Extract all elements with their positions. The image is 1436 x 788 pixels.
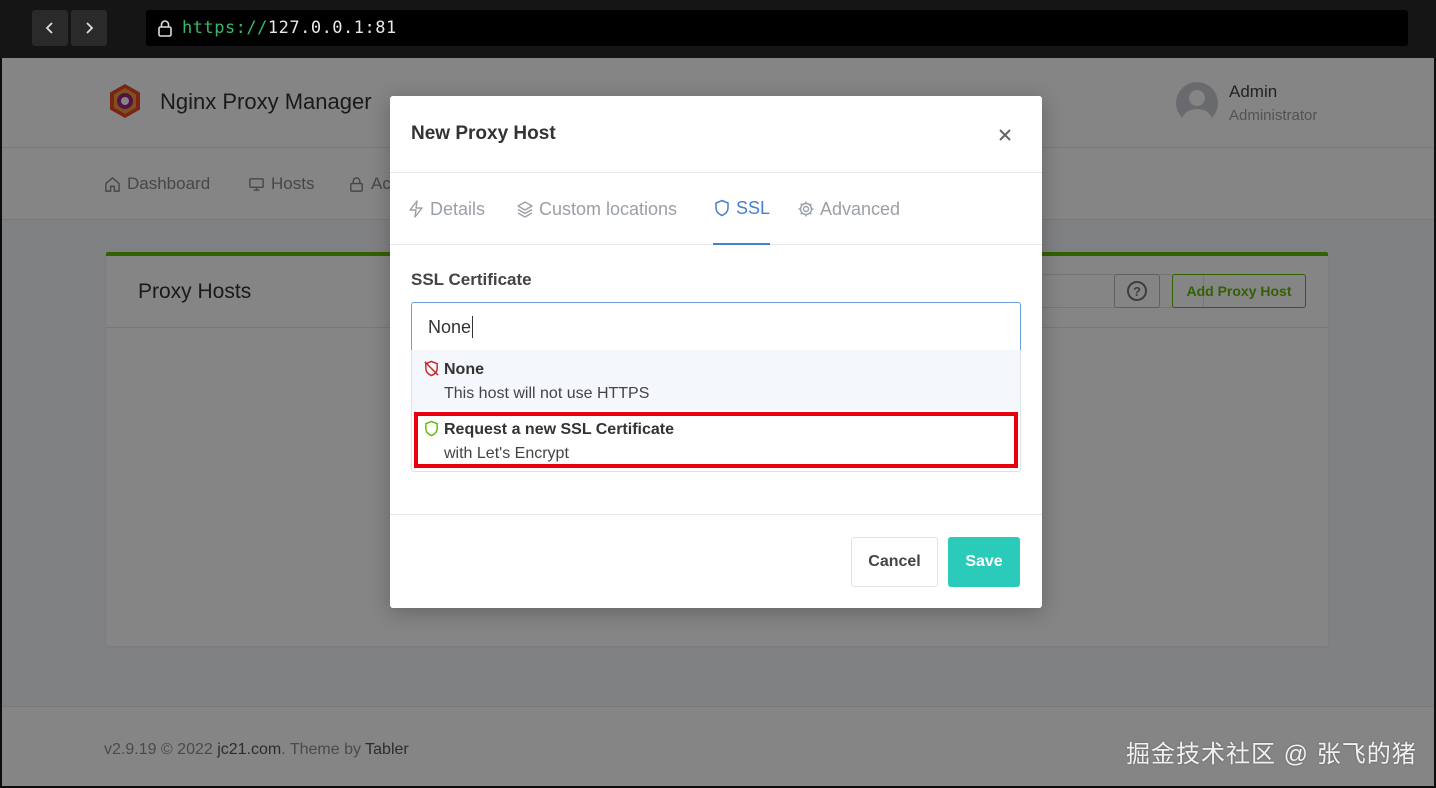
watermark: 掘金技术社区 @ 张飞的猪	[1126, 741, 1417, 768]
option-title: None	[444, 361, 484, 378]
option-description: This host will not use HTTPS	[444, 385, 650, 402]
tab-custom-locations[interactable]: Custom locations	[516, 173, 677, 245]
ssl-certificate-value: None	[428, 316, 472, 337]
modal-footer: Cancel Save	[390, 514, 1042, 608]
ssl-options-dropdown: None This host will not use HTTPS Reques…	[411, 350, 1021, 472]
tab-label: Custom locations	[539, 198, 678, 219]
url-text: https://127.0.0.1:81	[182, 18, 397, 38]
settings-icon	[798, 201, 814, 217]
close-icon	[999, 129, 1011, 141]
chevron-right-icon	[86, 22, 94, 34]
tab-label: SSL	[736, 197, 771, 218]
address-bar[interactable]: https://127.0.0.1:81	[146, 10, 1408, 46]
forward-button[interactable]	[71, 10, 107, 46]
modal-tabs: Details Custom locations SSL Advanced	[390, 173, 1042, 245]
cancel-button[interactable]: Cancel	[851, 537, 938, 587]
chevron-left-icon	[45, 22, 53, 34]
shield-icon	[715, 199, 729, 217]
layers-icon	[517, 201, 533, 218]
text-caret	[472, 316, 474, 338]
modal-header: New Proxy Host	[390, 96, 1042, 173]
highlight-annotation	[414, 412, 1018, 468]
url-scheme: https://	[182, 18, 268, 38]
tab-details[interactable]: Details	[407, 173, 485, 245]
ssl-certificate-select[interactable]: None	[411, 302, 1021, 352]
ssl-certificate-label: SSL Certificate	[411, 270, 532, 289]
tab-advanced[interactable]: Advanced	[797, 173, 900, 245]
tab-ssl[interactable]: SSL	[713, 173, 771, 245]
url-host: 127.0.0.1:81	[267, 18, 397, 38]
save-button[interactable]: Save	[948, 537, 1020, 587]
tab-label: Details	[430, 198, 486, 219]
option-none[interactable]: None This host will not use HTTPS	[412, 350, 1020, 410]
zap-icon	[409, 200, 423, 218]
modal-title: New Proxy Host	[411, 123, 556, 144]
new-proxy-host-modal: New Proxy Host Details Custom locations …	[390, 96, 1042, 608]
lock-icon	[158, 20, 172, 37]
close-button[interactable]	[992, 122, 1018, 148]
shield-off-icon	[424, 360, 439, 377]
browser-toolbar: https://127.0.0.1:81	[0, 0, 1436, 58]
back-button[interactable]	[32, 10, 68, 46]
tab-label: Advanced	[820, 198, 901, 219]
